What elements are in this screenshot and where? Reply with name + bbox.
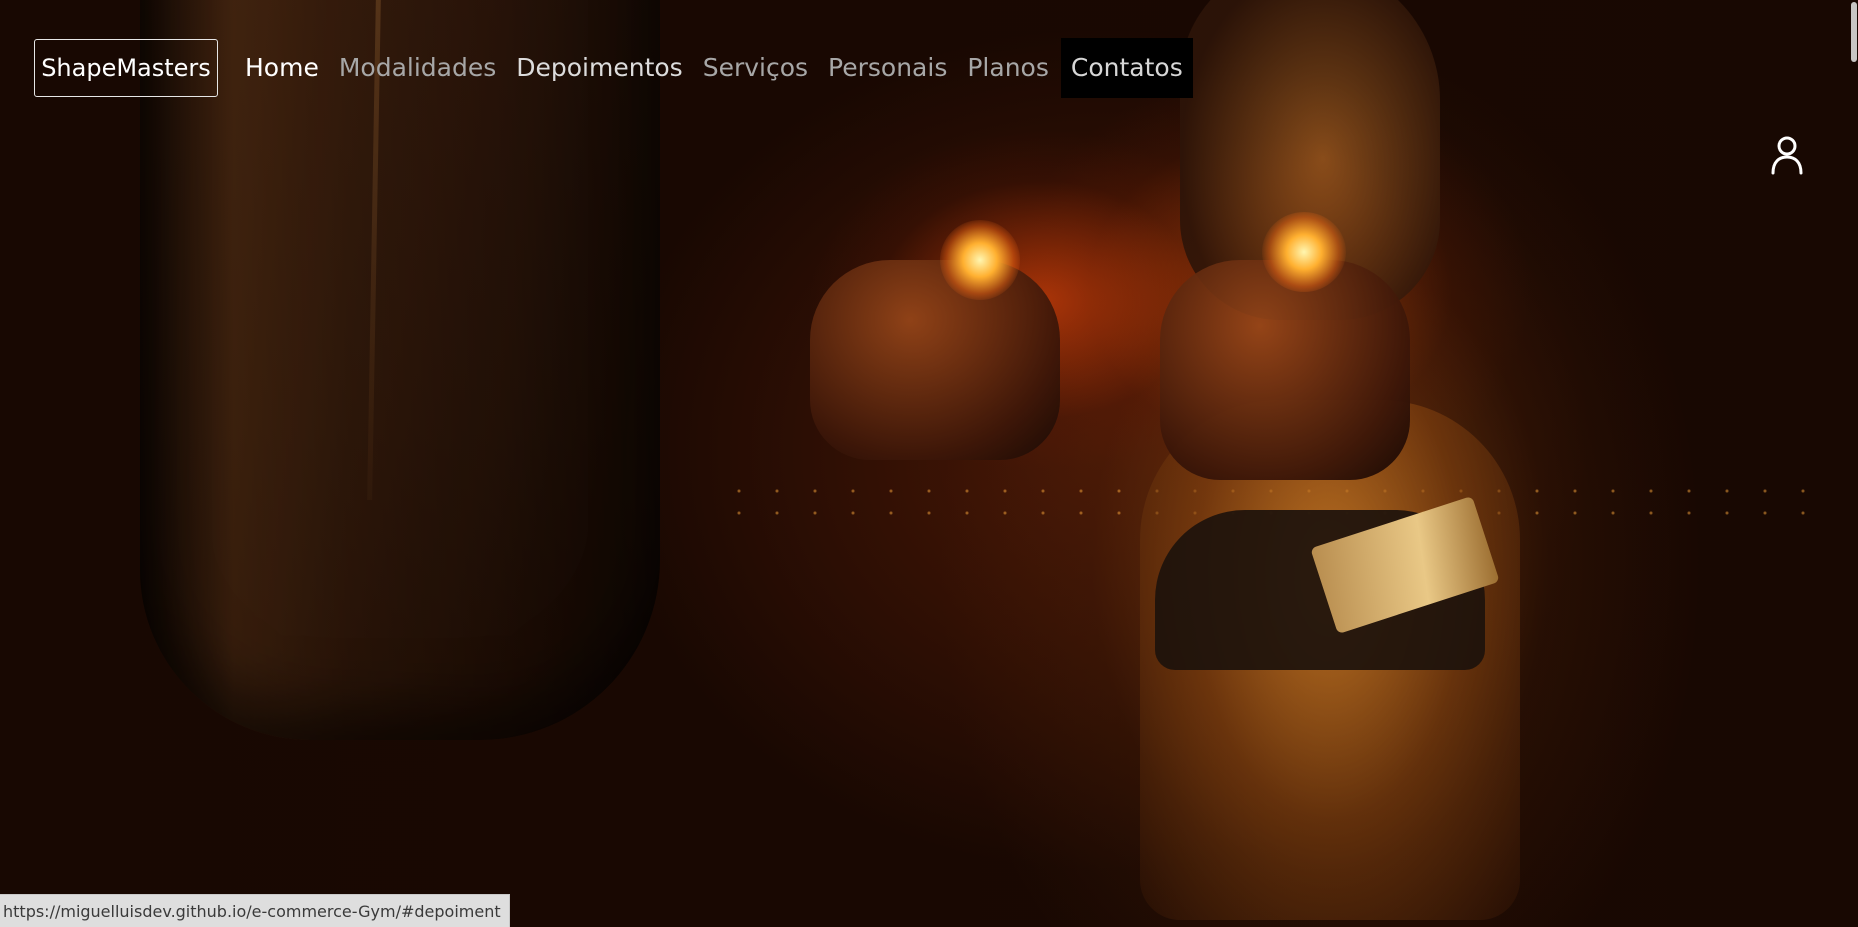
nav-link-depoimentos[interactable]: Depoimentos (506, 38, 692, 98)
glove-spark-right (1262, 212, 1346, 292)
nav-link-home[interactable]: Home (235, 38, 329, 98)
punching-bag-image (140, 0, 660, 740)
page-scrollbar[interactable] (1850, 0, 1858, 927)
nav-link-personais[interactable]: Personais (818, 38, 957, 98)
user-icon-glyph (1771, 136, 1803, 175)
scrollbar-thumb[interactable] (1851, 2, 1857, 62)
page: ShapeMasters Home Modalidades Depoimento… (0, 0, 1858, 927)
glove-spark-left (940, 220, 1020, 300)
nav-link-contatos[interactable]: Contatos (1060, 38, 1193, 98)
nav-menu: Home Modalidades Depoimentos Serviços Pe… (235, 38, 1193, 98)
boxing-glove-right (1160, 260, 1410, 480)
boxing-glove-left (810, 260, 1060, 460)
main-navbar: ShapeMasters Home Modalidades Depoimento… (34, 38, 1193, 98)
hero-background-image (0, 0, 1858, 927)
nav-link-servicos[interactable]: Serviços (693, 38, 818, 98)
brand-logo-button[interactable]: ShapeMasters (34, 39, 218, 97)
status-bar-url: https://miguelluisdev.github.io/e-commer… (0, 894, 510, 927)
boxer-figure-image (1060, 0, 1660, 927)
user-icon[interactable] (1770, 135, 1804, 175)
nav-link-modalidades[interactable]: Modalidades (329, 38, 506, 98)
nav-link-planos[interactable]: Planos (957, 38, 1059, 98)
